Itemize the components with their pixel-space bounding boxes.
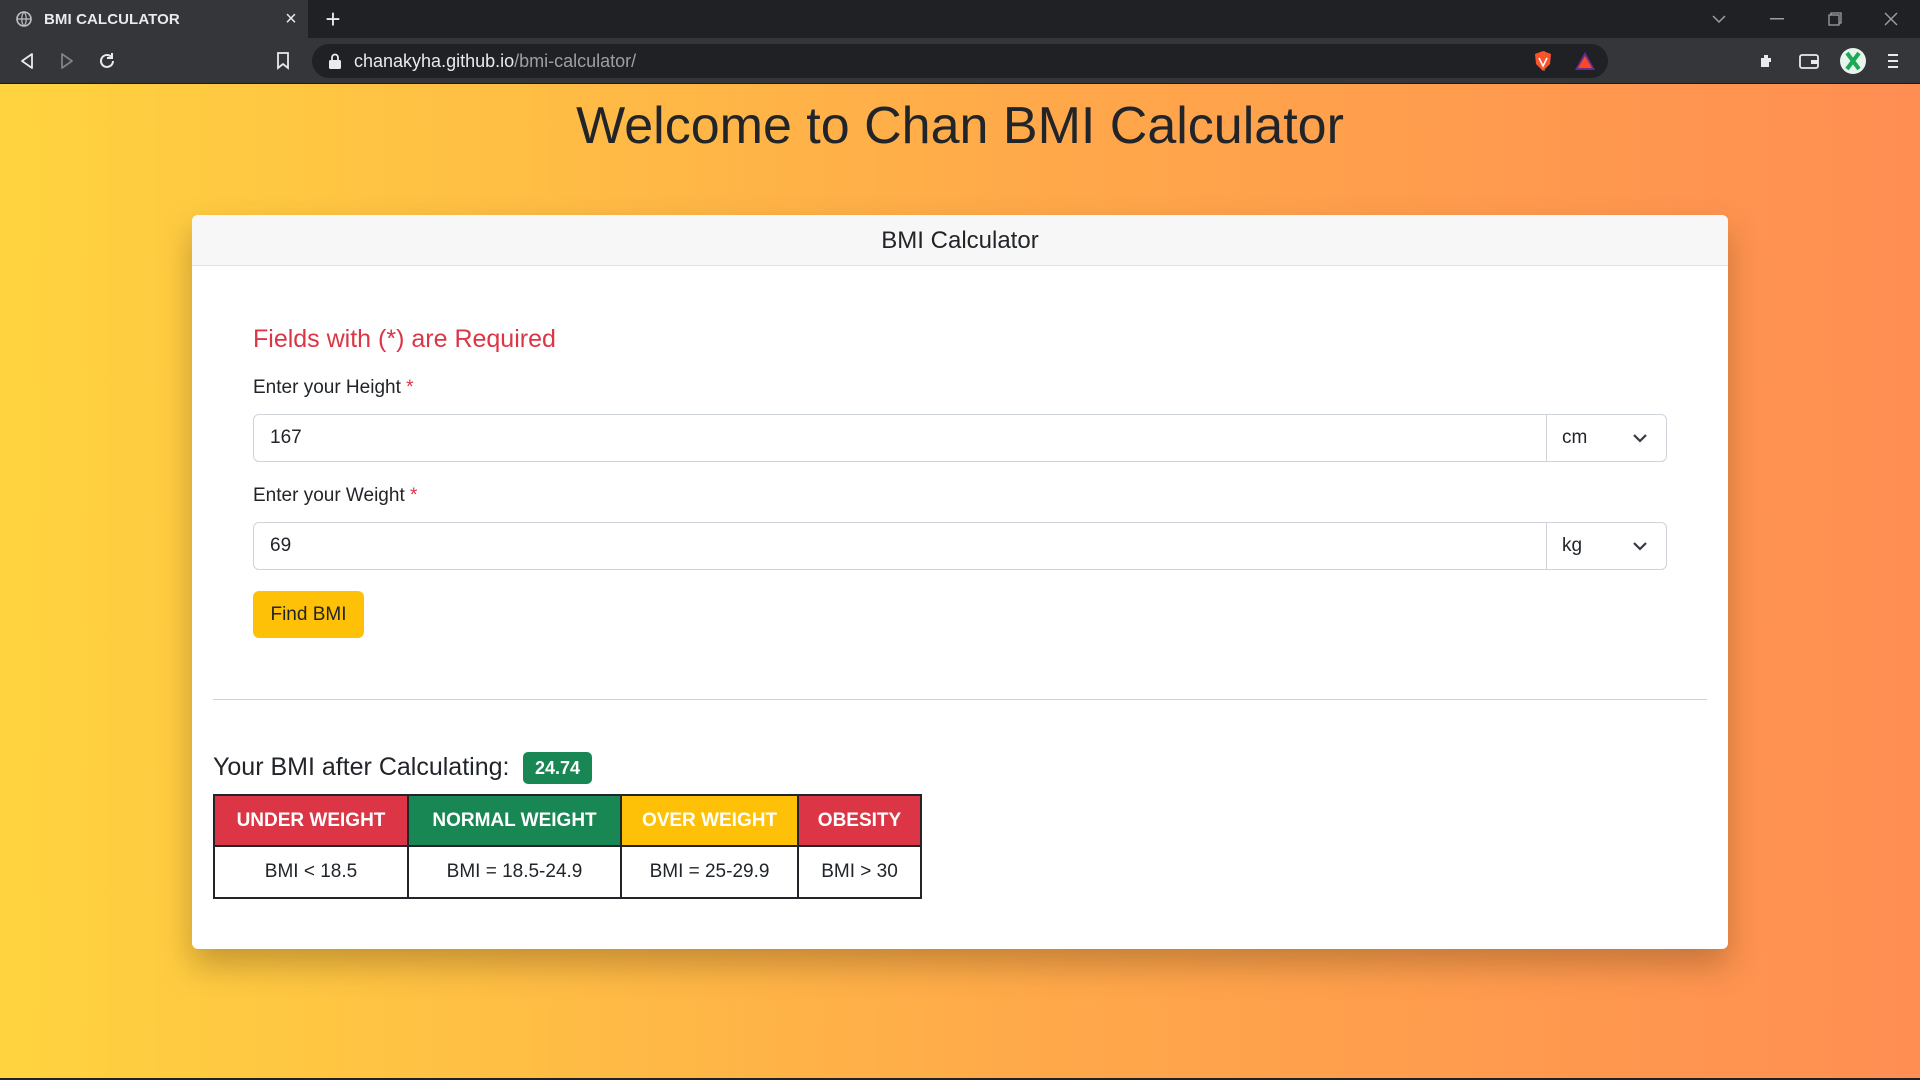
minimize-icon[interactable] xyxy=(1748,0,1806,38)
tab-strip: BMI CALCULATOR × + xyxy=(0,0,1920,38)
extensions-icon[interactable] xyxy=(1752,46,1782,76)
close-window-icon[interactable] xyxy=(1862,0,1920,38)
required-note: Fields with (*) are Required xyxy=(253,325,556,353)
range-underweight: BMI < 18.5 xyxy=(213,845,409,899)
browser-toolbar: chanakyha.github.io/bmi-calculator/ xyxy=(0,38,1920,84)
url-domain: chanakyha.github.io xyxy=(354,50,515,71)
weight-unit-select[interactable]: kg xyxy=(1547,522,1667,570)
category-underweight: UNDER WEIGHT xyxy=(213,794,409,847)
weight-required-star: * xyxy=(410,485,418,506)
tab-close-icon[interactable]: × xyxy=(274,8,308,31)
card-title: BMI Calculator xyxy=(192,215,1728,266)
chevron-down-icon xyxy=(1633,434,1647,443)
bmi-category-table: UNDER WEIGHT NORMAL WEIGHT OVER WEIGHT O… xyxy=(213,794,922,899)
browser-tab[interactable]: BMI CALCULATOR × xyxy=(0,0,308,38)
table-row: BMI < 18.5 BMI = 18.5-24.9 BMI = 25-29.9… xyxy=(213,845,922,899)
lock-icon xyxy=(329,53,341,69)
height-unit-select[interactable]: cm xyxy=(1547,414,1667,462)
height-input[interactable] xyxy=(253,414,1547,462)
weight-input[interactable] xyxy=(253,522,1547,570)
back-icon[interactable] xyxy=(12,46,42,76)
height-unit-value: cm xyxy=(1562,427,1588,448)
url-path: /bmi-calculator/ xyxy=(514,50,637,71)
reload-icon[interactable] xyxy=(92,46,122,76)
page-viewport: Welcome to Chan BMI Calculator BMI Calcu… xyxy=(0,84,1920,1080)
height-input-group: cm xyxy=(253,414,1667,462)
restore-icon[interactable] xyxy=(1806,0,1864,38)
range-overweight: BMI = 25-29.9 xyxy=(620,845,799,899)
category-normal: NORMAL WEIGHT xyxy=(407,794,622,847)
tab-title: BMI CALCULATOR xyxy=(44,10,180,28)
globe-icon xyxy=(16,11,32,27)
brave-rewards-icon[interactable] xyxy=(1574,51,1596,71)
bmi-result-label: Your BMI after Calculating: xyxy=(213,753,510,781)
height-label: Enter your Height * xyxy=(253,377,414,399)
height-required-star: * xyxy=(406,377,414,398)
chevron-down-icon xyxy=(1633,542,1647,551)
find-bmi-button[interactable]: Find BMI xyxy=(253,591,364,638)
height-label-text: Enter your Height xyxy=(253,377,401,398)
profile-icon[interactable] xyxy=(1838,46,1868,76)
category-overweight: OVER WEIGHT xyxy=(620,794,799,847)
menu-icon[interactable] xyxy=(1878,46,1908,76)
range-obesity: BMI > 30 xyxy=(797,845,922,899)
category-obesity: OBESITY xyxy=(797,794,922,847)
weight-input-group: kg xyxy=(253,522,1667,570)
page-title: Welcome to Chan BMI Calculator xyxy=(576,97,1344,155)
brave-shield-icon[interactable] xyxy=(1533,50,1553,72)
new-tab-button[interactable]: + xyxy=(318,4,348,34)
weight-label-text: Enter your Weight xyxy=(253,485,405,506)
url-text: chanakyha.github.io/bmi-calculator/ xyxy=(354,51,636,72)
bmi-card: BMI Calculator Fields with (*) are Requi… xyxy=(192,215,1728,949)
bookmark-icon[interactable] xyxy=(268,46,298,76)
table-header-row: UNDER WEIGHT NORMAL WEIGHT OVER WEIGHT O… xyxy=(213,794,922,847)
tab-search-icon[interactable] xyxy=(1690,0,1748,38)
range-normal: BMI = 18.5-24.9 xyxy=(407,845,622,899)
bmi-value-badge: 24.74 xyxy=(523,752,593,784)
weight-unit-value: kg xyxy=(1562,535,1583,556)
wallet-icon[interactable] xyxy=(1794,46,1824,76)
forward-icon[interactable] xyxy=(52,46,82,76)
section-divider xyxy=(213,699,1707,700)
address-bar[interactable]: chanakyha.github.io/bmi-calculator/ xyxy=(312,44,1608,78)
weight-label: Enter your Weight * xyxy=(253,485,417,507)
